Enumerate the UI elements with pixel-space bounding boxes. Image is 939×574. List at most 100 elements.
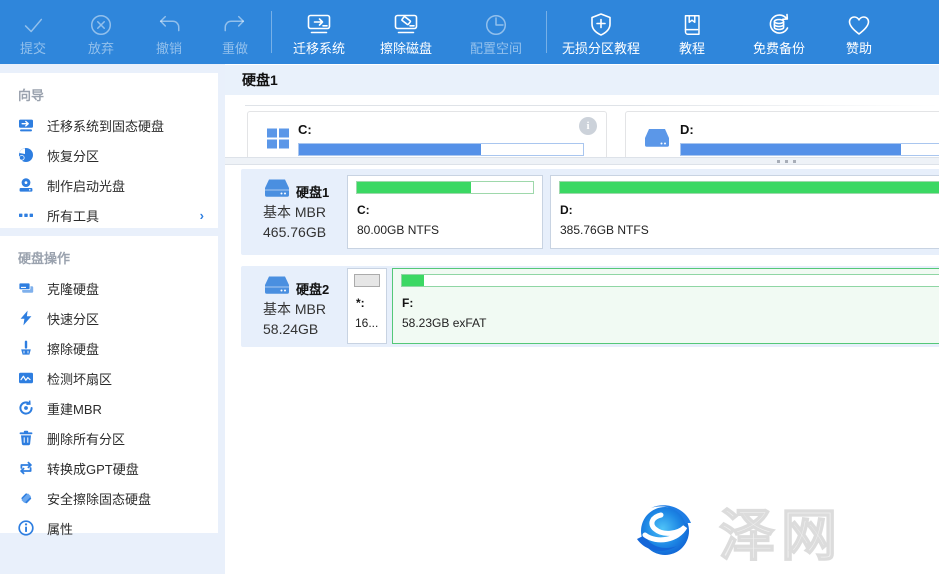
shield-plus-icon xyxy=(587,9,615,41)
quick-partition-icon xyxy=(18,310,34,326)
sidebar-item-label: 克隆硬盘 xyxy=(47,279,99,298)
commit-button[interactable]: 提交 xyxy=(0,3,66,61)
partition-d[interactable]: D: 385.76GB NTFS xyxy=(550,175,939,249)
partition-size: 58.23GB exFAT xyxy=(402,316,487,330)
toolbar-separator xyxy=(546,11,547,53)
sponsor-button[interactable]: 赞助 xyxy=(826,3,892,61)
partition-c[interactable]: C: 80.00GB NTFS xyxy=(347,175,543,249)
secure-erase-icon xyxy=(18,490,34,506)
sidebar-item-quick-partition[interactable]: 快速分区 xyxy=(0,303,218,333)
hard-drive-icon xyxy=(264,179,290,204)
sidebar-item-label: 恢复分区 xyxy=(47,146,99,165)
sidebar-item-label: 检测坏扇区 xyxy=(47,369,112,388)
volume-card-d[interactable]: D: xyxy=(625,111,939,157)
partition-usage-fill xyxy=(402,275,424,286)
disk-size: 465.76GB xyxy=(263,224,326,240)
properties-icon xyxy=(18,520,34,536)
allocate-space-icon xyxy=(483,9,509,41)
disk-list: 硬盘1 基本 MBR 465.76GB C: 80.00GB NTFS D: xyxy=(225,165,939,574)
sidebar-item-label: 擦除硬盘 xyxy=(47,339,99,358)
disk-row-1: 硬盘1 基本 MBR 465.76GB C: 80.00GB NTFS D: xyxy=(241,169,939,255)
partition-usage-bar xyxy=(356,181,534,194)
sidebar-item-all-tools[interactable]: 所有工具 › xyxy=(0,200,218,230)
wipe-disk-icon xyxy=(392,9,420,41)
disk-type: 基本 MBR xyxy=(263,202,326,222)
sidebar-item-label: 快速分区 xyxy=(47,309,99,328)
redo-icon xyxy=(222,9,248,41)
wipe-disk-button[interactable]: 擦除磁盘 xyxy=(363,3,449,61)
sidebar-item-delete-all-partitions[interactable]: 删除所有分区 xyxy=(0,423,218,453)
chevron-right-icon: › xyxy=(200,208,204,223)
sidebar-item-recover-partition[interactable]: 恢复分区 xyxy=(0,140,218,170)
rebuild-mbr-icon xyxy=(18,400,34,416)
volume-label: C: xyxy=(298,122,312,137)
hard-drive-icon xyxy=(264,276,290,301)
section-title: 向导 xyxy=(0,73,218,110)
redo-button[interactable]: 重做 xyxy=(202,3,268,61)
discard-button[interactable]: 放弃 xyxy=(66,3,136,61)
sidebar-item-secure-erase[interactable]: 安全擦除固态硬盘 xyxy=(0,483,218,513)
partition-assistant-window: 提交 放弃 撤销 重做 迁移系统 擦除磁盘 xyxy=(0,0,939,574)
recover-partition-icon xyxy=(18,147,34,163)
overview-splitter[interactable] xyxy=(225,157,939,165)
sidebar-item-clone-disk[interactable]: 克隆硬盘 xyxy=(0,273,218,303)
sidebar-item-label: 迁移系统到固态硬盘 xyxy=(47,116,164,135)
partition-size: 16... xyxy=(355,316,378,330)
disk-size: 58.24GB xyxy=(263,321,318,337)
disk-tab-bar: 硬盘1 xyxy=(225,65,939,95)
windows-logo-icon xyxy=(266,126,290,155)
sidebar-item-properties[interactable]: 属性 xyxy=(0,513,218,543)
toolbar-separator xyxy=(271,11,272,53)
partition-size: 385.76GB NTFS xyxy=(560,223,649,237)
volume-label: D: xyxy=(680,122,694,137)
backup-icon xyxy=(765,9,793,41)
sidebar-item-boot-disc[interactable]: 制作启动光盘 xyxy=(0,170,218,200)
disk-type: 基本 MBR xyxy=(263,299,326,319)
partition-usage-fill xyxy=(357,182,471,193)
lossless-tutorial-button[interactable]: 无损分区教程 xyxy=(550,3,652,61)
splitter-grip-icon xyxy=(777,160,796,163)
partition-unnamed[interactable]: *: 16... xyxy=(347,268,387,344)
sidebar-item-erase-disk[interactable]: 擦除硬盘 xyxy=(0,333,218,363)
disk1-info[interactable]: 硬盘1 基本 MBR 465.76GB xyxy=(241,169,347,255)
info-icon[interactable]: i xyxy=(579,117,597,135)
sidebar-item-label: 重建MBR xyxy=(47,399,102,418)
volume-usage-bar xyxy=(680,143,939,156)
sidebar-item-convert-gpt[interactable]: 转换成GPT硬盘 xyxy=(0,453,218,483)
sidebar-item-label: 转换成GPT硬盘 xyxy=(47,459,139,478)
tab-disk1[interactable]: 硬盘1 xyxy=(242,70,278,90)
bad-sector-icon xyxy=(18,370,34,386)
sidebar-item-migrate-to-ssd[interactable]: 迁移系统到固态硬盘 xyxy=(0,110,218,140)
toolbar: 提交 放弃 撤销 重做 迁移系统 擦除磁盘 xyxy=(0,0,939,64)
sidebar-item-check-bad-sectors[interactable]: 检测坏扇区 xyxy=(0,363,218,393)
volume-usage-fill xyxy=(681,144,901,155)
partition-usage-bar xyxy=(354,274,380,287)
boot-disc-icon xyxy=(18,177,34,193)
divider xyxy=(245,105,939,106)
partition-f[interactable]: F: 58.23GB exFAT xyxy=(392,268,939,344)
sidebar-item-label: 属性 xyxy=(47,519,73,538)
volume-overview: C: i D: xyxy=(225,111,939,157)
sidebar-item-label: 所有工具 xyxy=(47,206,99,225)
allocate-space-button[interactable]: 配置空间 xyxy=(449,3,543,61)
sidebar: 向导 迁移系统到固态硬盘 恢复分区 制作启动光盘 所有工具 › xyxy=(0,64,225,574)
sidebar-item-rebuild-mbr[interactable]: 重建MBR xyxy=(0,393,218,423)
partition-usage-fill xyxy=(560,182,939,193)
undo-icon xyxy=(156,9,182,41)
partition-size: 80.00GB NTFS xyxy=(357,223,439,237)
sidebar-item-label: 删除所有分区 xyxy=(47,429,125,448)
volume-card-c[interactable]: C: i xyxy=(247,111,607,157)
tutorial-button[interactable]: 教程 xyxy=(652,3,732,61)
cancel-icon xyxy=(88,9,114,41)
migrate-system-button[interactable]: 迁移系统 xyxy=(275,3,363,61)
drive-icon xyxy=(644,128,670,155)
free-backup-button[interactable]: 免费备份 xyxy=(732,3,826,61)
disk-name: 硬盘2 xyxy=(296,279,329,298)
disk2-info[interactable]: 硬盘2 基本 MBR 58.24GB xyxy=(241,266,347,347)
partition-usage-bar xyxy=(559,181,939,194)
heart-icon xyxy=(845,9,873,41)
all-tools-icon xyxy=(18,207,34,223)
undo-button[interactable]: 撤销 xyxy=(136,3,202,61)
partition-label: F: xyxy=(402,296,413,310)
book-icon xyxy=(679,9,705,41)
